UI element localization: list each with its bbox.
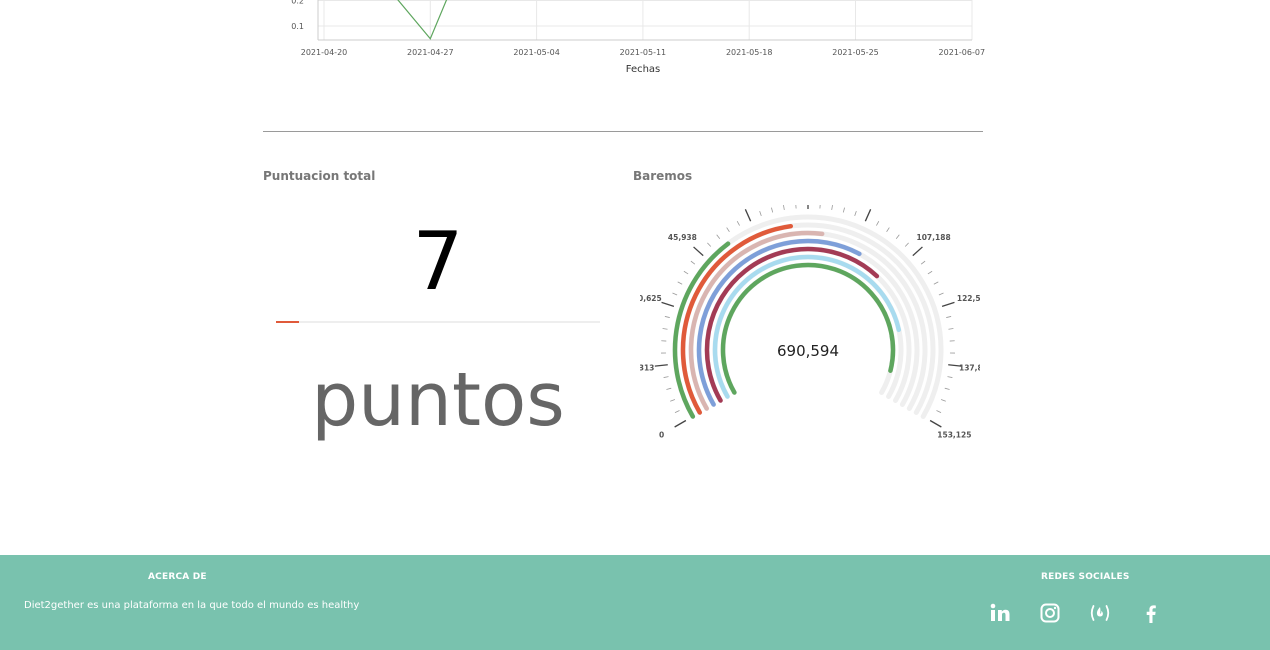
gauge-tick-label: 15,313 bbox=[640, 364, 654, 373]
gauge-minor-tick bbox=[940, 399, 946, 402]
gauge-minor-tick bbox=[736, 220, 740, 226]
gauge-track bbox=[720, 262, 896, 395]
x-tick-label: 2021-05-04 bbox=[513, 48, 560, 57]
y-tick-label: 0.2 bbox=[291, 0, 304, 6]
total-score-unit: puntos bbox=[311, 357, 565, 443]
site-footer: ACERCA DE Diet2gether es una plataforma … bbox=[0, 555, 1270, 650]
gauge-minor-tick bbox=[947, 376, 953, 378]
gauge-major-tick bbox=[912, 246, 923, 257]
gauge-minor-tick bbox=[946, 316, 952, 318]
gauge-band bbox=[712, 254, 902, 399]
gauge-minor-tick bbox=[771, 207, 774, 213]
gauge-tick-label: 0 bbox=[659, 431, 664, 440]
gauge-minor-tick bbox=[948, 328, 954, 330]
x-tick-label: 2021-04-20 bbox=[301, 48, 348, 57]
instagram-icon[interactable] bbox=[1038, 601, 1062, 625]
gauge-major-tick bbox=[744, 209, 752, 222]
gauge-minor-tick bbox=[904, 242, 909, 247]
gauge-minor-tick bbox=[854, 211, 857, 217]
gauge-minor-tick bbox=[683, 270, 689, 275]
gauge-minor-tick bbox=[726, 227, 730, 232]
about-text: Diet2gether es una plataforma en la que … bbox=[24, 600, 360, 611]
gauge-tick-label: 45,938 bbox=[668, 233, 697, 242]
gauge-band bbox=[696, 238, 862, 407]
gauge-minor-tick bbox=[938, 292, 944, 296]
gauge-major-tick bbox=[654, 364, 668, 367]
gauge-minor-tick bbox=[759, 211, 762, 217]
gauge-major-tick bbox=[661, 301, 675, 308]
section-divider bbox=[263, 131, 983, 132]
gauge-center-value: 690,594 bbox=[777, 342, 839, 360]
gauge-minor-tick bbox=[674, 410, 680, 413]
gauge-minor-tick bbox=[707, 242, 712, 247]
linkedin-icon[interactable] bbox=[988, 601, 1012, 625]
gauge-major-tick bbox=[941, 301, 955, 308]
total-score-title: Puntuacion total bbox=[263, 169, 376, 183]
gauge-major-tick bbox=[674, 419, 687, 428]
gauge-minor-tick bbox=[920, 260, 926, 265]
x-tick-label: 2021-06-07 bbox=[939, 48, 986, 57]
gauge-tick-label: 30,625 bbox=[640, 294, 662, 303]
x-tick-label: 2021-05-18 bbox=[726, 48, 773, 57]
gauge-minor-tick bbox=[677, 281, 683, 285]
freecodecamp-icon[interactable] bbox=[1088, 601, 1112, 625]
gauge-minor-tick bbox=[783, 205, 785, 211]
about-heading: ACERCA DE bbox=[148, 572, 207, 582]
social-heading: REDES SOCIALES bbox=[1041, 572, 1130, 582]
gauge-tick-label: 137,813 bbox=[959, 364, 980, 373]
gauge-major-tick bbox=[864, 209, 872, 222]
gauge-minor-tick bbox=[936, 410, 942, 413]
facebook-icon[interactable] bbox=[1139, 601, 1163, 625]
total-score-value: 7 bbox=[412, 215, 464, 308]
gauge-minor-tick bbox=[886, 227, 890, 232]
gauge-major-tick bbox=[929, 419, 942, 428]
score-progress-fill bbox=[276, 321, 299, 323]
gauge-minor-tick bbox=[662, 328, 668, 330]
gauge-minor-tick bbox=[944, 387, 950, 390]
baremos-title: Baremos bbox=[633, 169, 693, 183]
x-tick-label: 2021-05-25 bbox=[832, 48, 879, 57]
gauge-minor-tick bbox=[895, 234, 900, 239]
gauge-minor-tick bbox=[831, 205, 833, 211]
x-tick-label: 2021-05-11 bbox=[620, 48, 667, 57]
gauge-tick-label: 122,5 bbox=[957, 294, 980, 303]
gauge-minor-tick bbox=[716, 234, 721, 239]
x-tick-label: 2021-04-27 bbox=[407, 48, 454, 57]
gauge-minor-tick bbox=[842, 207, 845, 213]
gauge-minor-tick bbox=[927, 270, 933, 275]
gauge-minor-tick bbox=[663, 376, 669, 378]
gauge-tick-label: 153,125 bbox=[937, 431, 971, 440]
gauge-track bbox=[712, 254, 904, 399]
series-line bbox=[397, 0, 448, 40]
gauge-minor-tick bbox=[670, 399, 676, 402]
gauge-minor-tick bbox=[690, 260, 696, 265]
gauge-band bbox=[720, 262, 896, 395]
gauge-minor-tick bbox=[876, 220, 880, 226]
line-chart: 0.2 0.1 2021-04-20 2021-04-27 2021-05-04 2021… bbox=[291, 0, 986, 75]
x-axis-label: Fechas bbox=[626, 64, 661, 75]
y-tick-label: 0.1 bbox=[291, 22, 304, 31]
gauge-minor-tick bbox=[664, 316, 670, 318]
gauge-tick-label: 107,188 bbox=[917, 233, 951, 242]
baremos-gauge: 015,31330,62545,93861,2576,56391,875107,… bbox=[640, 205, 980, 440]
gauge-major-tick bbox=[693, 246, 704, 257]
gauge-minor-tick bbox=[672, 292, 678, 296]
gauge-track bbox=[704, 246, 912, 403]
gauge-minor-tick bbox=[933, 281, 939, 285]
score-progress-track bbox=[276, 321, 600, 323]
gauge-minor-tick bbox=[666, 387, 672, 390]
